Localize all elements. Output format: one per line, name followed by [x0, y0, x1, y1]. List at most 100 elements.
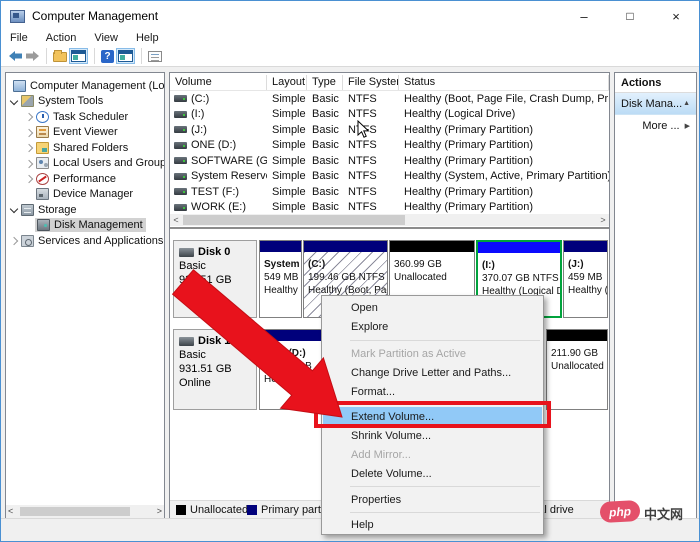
volume-icon	[174, 126, 187, 134]
performance-icon	[36, 172, 49, 185]
show-hide-console-tree-icon[interactable]	[69, 48, 88, 64]
minimize-button[interactable]: –	[561, 1, 607, 31]
menu-item-change-drive-letter[interactable]: Change Drive Letter and Paths...	[323, 363, 542, 382]
actions-more-label: More ...	[642, 120, 680, 132]
volume-icon	[174, 157, 187, 165]
primary-partition-bar	[304, 241, 387, 252]
collapse-up-icon[interactable]: ▲	[683, 100, 690, 107]
table-row[interactable]: (C:) Simple Basic NTFS Healthy (Boot, Page F…	[170, 91, 609, 107]
table-row[interactable]: ONE (D:) Simple Basic NTFS Healthy (Primary …	[170, 138, 609, 154]
menu-separator	[350, 404, 540, 405]
tree-item-computer-management[interactable]: Computer Management (Local	[6, 78, 164, 94]
table-row[interactable]: (J:) Simple Basic NTFS Healthy (Primary Part…	[170, 122, 609, 138]
partition-unallocated-disk1[interactable]: 211.90 GB Unallocated	[546, 329, 608, 410]
actions-disk-management-item[interactable]: Disk Mana... ▲	[615, 93, 696, 115]
show-console-tree-icon[interactable]	[53, 50, 67, 62]
chevron-right-icon[interactable]	[24, 111, 35, 122]
disk-0-label[interactable]: Disk 0 Basic 931.51 GB Online	[173, 240, 257, 318]
actions-panel-title: Actions	[615, 73, 696, 93]
tree-item-label: Event Viewer	[53, 126, 118, 139]
show-hide-action-pane-icon[interactable]	[116, 48, 135, 64]
scrollbar-thumb[interactable]	[183, 215, 405, 225]
toolbar-separator	[94, 48, 95, 64]
volume-table-body: (C:) Simple Basic NTFS Healthy (Boot, Page F…	[170, 91, 609, 215]
tree-item-disk-management[interactable]: Disk Management	[6, 218, 164, 234]
shared-folders-icon	[36, 141, 49, 154]
disk-kind: Basic	[179, 260, 206, 272]
tree-item-shared-folders[interactable]: Shared Folders	[6, 140, 164, 156]
chevron-right-icon[interactable]	[24, 158, 35, 169]
menu-item-delete-volume[interactable]: Delete Volume...	[323, 464, 542, 483]
menu-item-explore[interactable]: Explore	[323, 317, 542, 336]
menu-view[interactable]: View	[86, 32, 128, 45]
tree-item-label: System Tools	[38, 95, 104, 108]
chevron-down-icon[interactable]	[9, 96, 20, 107]
menu-item-extend-volume[interactable]: Extend Volume...	[323, 407, 542, 426]
menu-action[interactable]: Action	[38, 32, 87, 45]
volume-table-horizontal-scrollbar[interactable]: < >	[170, 214, 609, 226]
chevron-right-icon[interactable]	[24, 142, 35, 153]
chevron-down-icon[interactable]	[9, 204, 20, 215]
disk-1-label[interactable]: Disk 1 Basic 931.51 GB Online	[173, 329, 257, 410]
menu-file[interactable]: File	[2, 32, 38, 45]
menu-item-properties[interactable]: Properties	[323, 490, 542, 509]
column-header-volume[interactable]: Volume	[170, 75, 267, 90]
scroll-left-icon[interactable]: <	[8, 506, 13, 516]
menu-help[interactable]: Help	[128, 32, 169, 45]
chevron-right-icon[interactable]	[24, 173, 35, 184]
menu-item-shrink-volume[interactable]: Shrink Volume...	[323, 426, 542, 445]
table-row[interactable]: TEST (F:) Simple Basic NTFS Healthy (Primary…	[170, 184, 609, 200]
chevron-right-icon[interactable]	[9, 235, 20, 246]
partition-j[interactable]: (J:)459 MBHealthy (Primary Partition)	[563, 240, 608, 318]
device-manager-icon	[36, 188, 49, 201]
column-header-status[interactable]: Status	[399, 75, 609, 90]
scroll-left-icon[interactable]: <	[170, 214, 182, 226]
help-icon[interactable]: ?	[101, 49, 114, 63]
tree-horizontal-scrollbar[interactable]: < >	[6, 505, 164, 518]
tree-item-storage[interactable]: Storage	[6, 202, 164, 218]
tree-item-device-manager[interactable]: Device Manager	[6, 187, 164, 203]
partition-system-reserved[interactable]: System Reserved549 MBHealthy (System, Ac…	[259, 240, 302, 318]
actions-more-item[interactable]: More ... ▶	[615, 115, 696, 137]
table-row[interactable]: System ReservedSimpleBasicNTFSHealthy (S…	[170, 169, 609, 185]
maximize-button[interactable]: □	[607, 1, 653, 31]
task-scheduler-icon	[36, 110, 49, 123]
tree-item-label: Storage	[38, 203, 77, 216]
selected-tree-item-highlight: Disk Management	[35, 218, 146, 233]
column-header-type[interactable]: Type	[307, 75, 343, 90]
panel-divider[interactable]	[170, 227, 609, 229]
tree-item-task-scheduler[interactable]: Task Scheduler	[6, 109, 164, 125]
tree-item-label: Disk Management	[54, 219, 143, 232]
properties-icon[interactable]	[148, 50, 162, 62]
actions-panel: Actions Disk Mana... ▲ More ... ▶	[614, 72, 697, 519]
tree-item-services-applications[interactable]: Services and Applications	[6, 233, 164, 249]
menu-item-open[interactable]: Open	[323, 298, 542, 317]
tree-item-system-tools[interactable]: System Tools	[6, 94, 164, 110]
chevron-right-icon[interactable]	[24, 127, 35, 138]
table-row[interactable]: (I:) Simple Basic NTFS Healthy (Logical Driv…	[170, 107, 609, 123]
back-icon[interactable]	[8, 50, 23, 62]
expand-right-icon[interactable]: ▶	[685, 122, 690, 130]
forward-icon[interactable]	[25, 50, 40, 62]
table-row[interactable]: WORK (E:) Simple Basic NTFS Healthy (Primary…	[170, 200, 609, 216]
scrollbar-thumb[interactable]	[20, 507, 130, 516]
menu-separator	[350, 486, 540, 487]
close-button[interactable]: ×	[653, 1, 699, 31]
menu-item-format[interactable]: Format...	[323, 382, 542, 401]
menu-separator	[350, 340, 540, 341]
table-row[interactable]: SOFTWARE (G:) Simple Basic NTFS Healthy (Pri…	[170, 153, 609, 169]
scroll-right-icon[interactable]: >	[157, 506, 162, 516]
event-viewer-icon	[36, 126, 49, 139]
tree-item-event-viewer[interactable]: Event Viewer	[6, 125, 164, 141]
column-header-layout[interactable]: Layout	[267, 75, 307, 90]
menu-item-help[interactable]: Help	[323, 515, 542, 534]
services-applications-icon	[21, 234, 34, 247]
tree-item-label: Local Users and Groups	[53, 157, 164, 170]
column-header-file-system[interactable]: File System	[343, 75, 399, 90]
tree-item-performance[interactable]: Performance	[6, 171, 164, 187]
disk-name: Disk 1	[198, 335, 231, 347]
scroll-right-icon[interactable]: >	[597, 214, 609, 226]
toolbar-separator	[141, 48, 142, 64]
tree-item-local-users-groups[interactable]: Local Users and Groups	[6, 156, 164, 172]
